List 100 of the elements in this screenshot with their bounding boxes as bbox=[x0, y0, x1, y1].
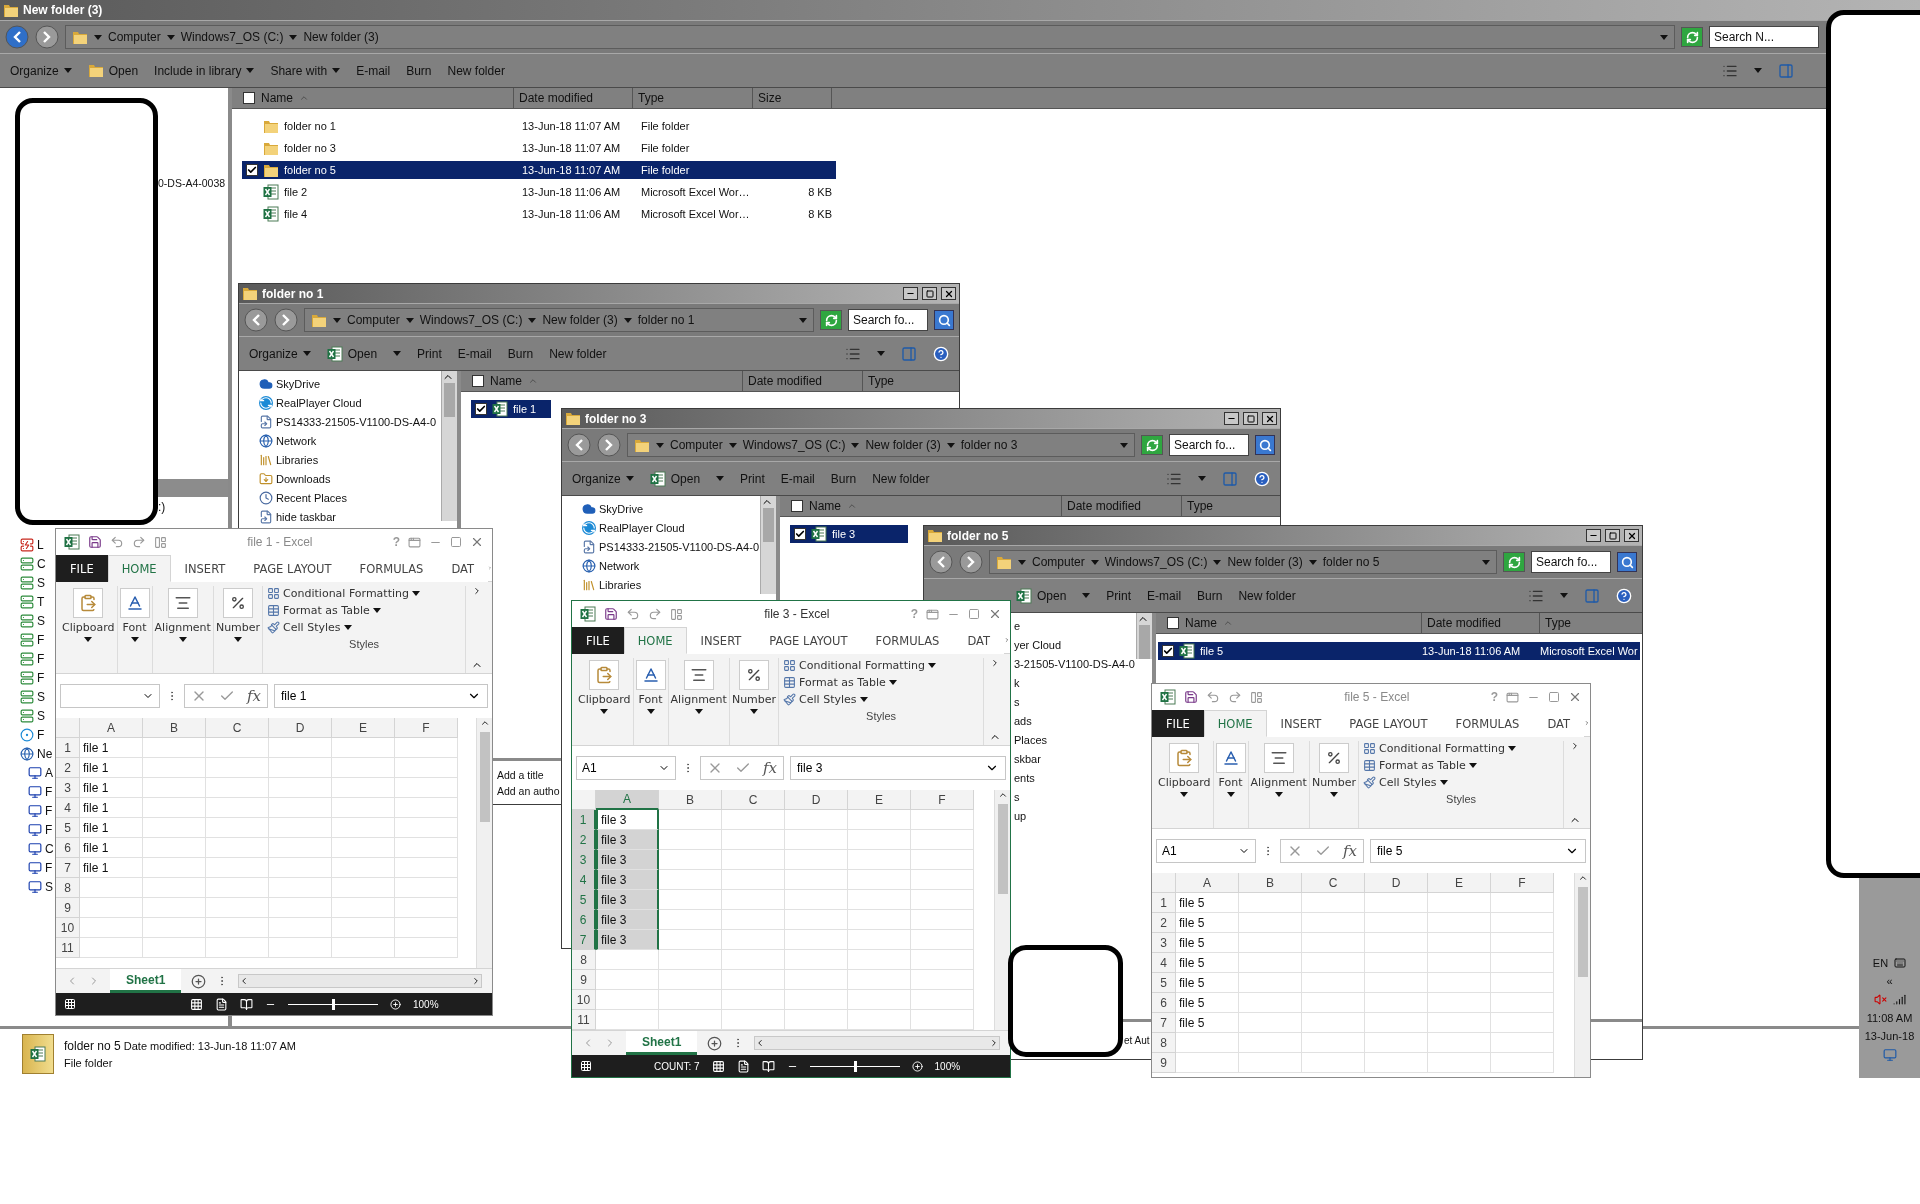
row-header[interactable]: 8 bbox=[1152, 1033, 1176, 1053]
nav-item[interactable]: F bbox=[20, 650, 45, 668]
table-cell[interactable] bbox=[395, 798, 458, 818]
nav-item[interactable]: Network bbox=[582, 557, 640, 575]
nav-item[interactable]: F bbox=[20, 669, 45, 687]
table-cell[interactable] bbox=[332, 938, 395, 958]
help-icon[interactable] bbox=[1254, 470, 1270, 487]
ribbon-button[interactable]: Font bbox=[117, 586, 153, 673]
table-cell[interactable] bbox=[395, 898, 458, 918]
table-cell[interactable]: file 3 bbox=[596, 850, 659, 870]
file-row[interactable]: folder no 5 13-Jun-18 11:07 AM File folder bbox=[242, 161, 836, 179]
redo-icon[interactable] bbox=[1228, 690, 1242, 704]
table-cell[interactable]: file 5 bbox=[1176, 1013, 1239, 1033]
table-cell[interactable] bbox=[785, 910, 848, 930]
toolbar-button[interactable]: Burn bbox=[1197, 586, 1223, 605]
column-header[interactable]: D bbox=[269, 718, 332, 738]
table-cell[interactable] bbox=[722, 930, 785, 950]
scroll-right-icon[interactable] bbox=[989, 1038, 999, 1048]
table-cell[interactable] bbox=[848, 890, 911, 910]
table-cell[interactable] bbox=[911, 990, 974, 1010]
ribbon-button[interactable]: Format as Table bbox=[783, 675, 979, 690]
ribbon-tab[interactable]: FILE bbox=[572, 627, 624, 654]
sheet-tab[interactable]: Sheet1 bbox=[110, 969, 182, 993]
table-cell[interactable] bbox=[332, 918, 395, 938]
caret-icon[interactable] bbox=[393, 351, 402, 356]
table-cell[interactable]: file 3 bbox=[596, 890, 659, 910]
toolbar-button[interactable]: Print bbox=[740, 469, 765, 488]
table-cell[interactable] bbox=[911, 910, 974, 930]
table-cell[interactable] bbox=[1302, 953, 1365, 973]
breadcrumb-item[interactable]: folder no 5 bbox=[1322, 555, 1380, 569]
table-cell[interactable] bbox=[1176, 1033, 1239, 1053]
details-text[interactable]: Add an autho bbox=[497, 784, 560, 797]
table-cell[interactable] bbox=[722, 990, 785, 1010]
scroll-right-icon[interactable] bbox=[471, 976, 481, 986]
nav-item[interactable]: s bbox=[1014, 788, 1020, 806]
table-cell[interactable] bbox=[1176, 1053, 1239, 1073]
search-field[interactable]: Search fo... bbox=[1531, 551, 1611, 573]
column-header[interactable]: Type bbox=[1540, 613, 1642, 633]
row-header[interactable]: 7 bbox=[572, 930, 596, 950]
preview-pane-icon[interactable] bbox=[1222, 470, 1238, 487]
scrollbar[interactable] bbox=[754, 1036, 1000, 1050]
name-box[interactable] bbox=[60, 684, 160, 708]
breadcrumb-item[interactable]: Windows7_OS (C:) bbox=[180, 30, 284, 44]
table-cell[interactable]: file 5 bbox=[1176, 953, 1239, 973]
row-header[interactable]: 3 bbox=[56, 778, 80, 798]
table-cell[interactable] bbox=[206, 898, 269, 918]
nav-item[interactable]: 3-21505-V1100-DS-A4-0 bbox=[1014, 655, 1135, 673]
ribbon-tab[interactable]: FILE bbox=[56, 555, 108, 582]
table-cell[interactable] bbox=[269, 938, 332, 958]
caret-icon[interactable] bbox=[1560, 593, 1568, 598]
table-cell[interactable] bbox=[269, 838, 332, 858]
table-cell[interactable] bbox=[1239, 1053, 1302, 1073]
table-cell[interactable] bbox=[395, 738, 458, 758]
table-cell[interactable] bbox=[911, 830, 974, 850]
toolbar-button[interactable]: Burn bbox=[830, 469, 857, 488]
slider-thumb[interactable] bbox=[332, 998, 335, 1010]
help-icon[interactable] bbox=[1616, 587, 1632, 604]
checkbox[interactable] bbox=[794, 528, 806, 540]
table-cell[interactable] bbox=[395, 838, 458, 858]
table-cell[interactable] bbox=[659, 970, 722, 990]
ribbon-button[interactable]: Number bbox=[1309, 741, 1360, 828]
nav-item[interactable]: L bbox=[20, 536, 44, 554]
refresh-button[interactable] bbox=[1503, 552, 1525, 572]
minimize-button[interactable] bbox=[1224, 412, 1239, 425]
table-cell[interactable] bbox=[911, 870, 974, 890]
maximize-button[interactable] bbox=[922, 287, 937, 300]
column-header[interactable]: B bbox=[1239, 873, 1302, 893]
table-cell[interactable] bbox=[659, 1010, 722, 1030]
table-cell[interactable] bbox=[1428, 1053, 1491, 1073]
open-button[interactable]: Open bbox=[326, 343, 378, 364]
ribbon-button[interactable]: Clipboard bbox=[1156, 741, 1214, 828]
undo-icon[interactable] bbox=[626, 607, 640, 621]
nav-item[interactable]: Libraries bbox=[582, 576, 642, 594]
table-cell[interactable]: file 1 bbox=[80, 838, 143, 858]
language-indicator[interactable]: EN bbox=[1872, 957, 1889, 969]
maximize-button[interactable] bbox=[1605, 529, 1620, 542]
nav-item[interactable]: S bbox=[20, 707, 45, 725]
table-cell[interactable]: file 3 bbox=[596, 870, 659, 890]
save-icon[interactable] bbox=[1184, 690, 1198, 704]
table-cell[interactable] bbox=[722, 970, 785, 990]
breadcrumb-item[interactable]: Computer bbox=[1032, 555, 1085, 569]
breadcrumb-item[interactable]: folder no 1 bbox=[637, 313, 695, 327]
table-cell[interactable] bbox=[206, 758, 269, 778]
file-row[interactable]: folder no 3 13-Jun-18 11:07 AM File folder bbox=[242, 139, 836, 157]
table-cell[interactable] bbox=[848, 970, 911, 990]
ribbon-button[interactable]: Font bbox=[1213, 741, 1249, 828]
table-cell[interactable] bbox=[659, 850, 722, 870]
row-header[interactable]: 1 bbox=[1152, 893, 1176, 913]
nav-item[interactable]: ents bbox=[1014, 769, 1035, 787]
address-bar[interactable]: Computer Windows7_OS (C:) New folder (3) bbox=[65, 25, 1675, 49]
row-header[interactable]: 3 bbox=[1152, 933, 1176, 953]
scroll-right-icon[interactable] bbox=[1570, 741, 1580, 751]
table-cell[interactable] bbox=[206, 858, 269, 878]
save-icon[interactable] bbox=[88, 535, 102, 549]
column-header[interactable]: Date modified bbox=[1062, 496, 1182, 516]
column-header[interactable]: Date modified bbox=[514, 88, 633, 108]
open-button[interactable]: Open bbox=[649, 468, 701, 489]
row-header[interactable]: 9 bbox=[1152, 1053, 1176, 1073]
table-cell[interactable] bbox=[659, 910, 722, 930]
row-header[interactable]: 10 bbox=[56, 918, 80, 938]
